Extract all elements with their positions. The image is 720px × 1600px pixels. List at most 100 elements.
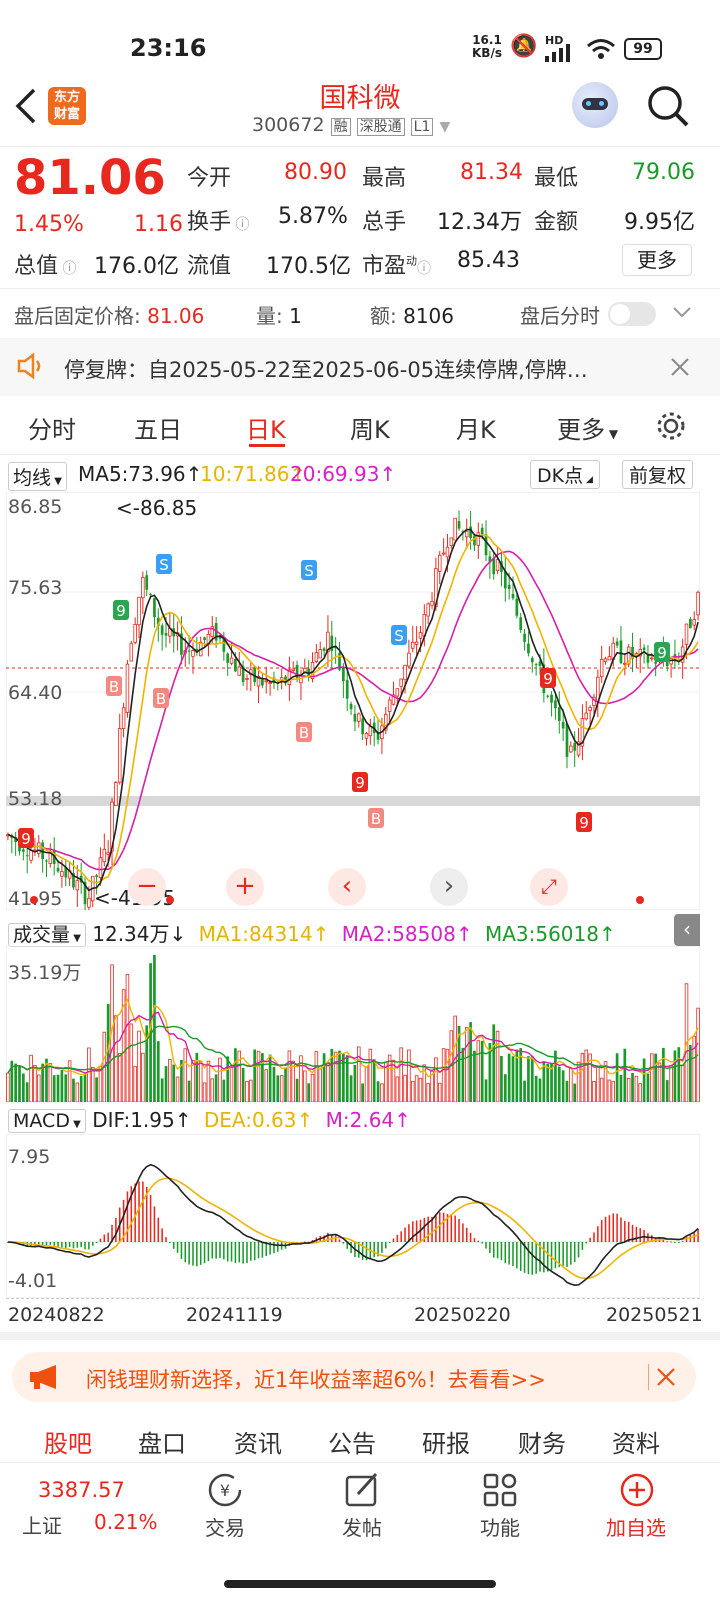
macd-selector[interactable]: MACD ▼ <box>8 1109 86 1133</box>
macd-bar <box>396 1234 399 1242</box>
tab-monthly-k[interactable]: 月K <box>456 410 496 445</box>
macd-bar <box>600 1220 603 1242</box>
search-icon[interactable] <box>646 84 690 128</box>
volume-bar <box>245 1081 249 1102</box>
tab-news[interactable]: 资讯 <box>234 1424 282 1459</box>
tab-more[interactable]: 更多 ▼ <box>557 410 618 445</box>
index-name[interactable]: 上证 <box>22 1510 62 1539</box>
candle-body <box>407 652 411 667</box>
tab-announcements[interactable]: 公告 <box>328 1424 376 1459</box>
more-button[interactable]: 更多 <box>622 244 692 276</box>
volume-bar <box>210 1078 215 1102</box>
macd-chart[interactable] <box>6 1134 700 1298</box>
adjust-toggle[interactable]: 前复权 <box>622 460 694 489</box>
volume-bar <box>411 1080 415 1102</box>
macd-bar <box>172 1242 175 1249</box>
candle-body <box>342 668 345 682</box>
trade-icon[interactable]: ¥ <box>205 1470 245 1510</box>
candle-body <box>426 603 430 617</box>
add-watchlist-label[interactable]: 加自选 <box>606 1512 666 1541</box>
index-value[interactable]: 3387.57 <box>38 1478 125 1502</box>
candle-body <box>457 521 461 529</box>
tab-weekly-k[interactable]: 周K <box>350 410 390 445</box>
post-icon[interactable] <box>342 1470 382 1510</box>
candle-body <box>102 848 107 863</box>
macd-bar <box>492 1242 495 1258</box>
volume-bar <box>638 1083 642 1102</box>
ad-banner[interactable]: 闲钱理财新选择，近1年收益率超6%！去看看>> <box>12 1352 696 1402</box>
candle-body <box>376 733 380 740</box>
stock-code-line[interactable]: 300672 融 深股通 L1 ▼ <box>252 114 450 136</box>
volume-label: 总手 <box>362 210 407 235</box>
volume-bar <box>480 1040 484 1102</box>
dk-point-toggle[interactable]: DK点 ◢ <box>530 460 600 489</box>
volume-bar <box>445 1049 450 1102</box>
volume-bar <box>530 1056 534 1102</box>
candle-body <box>445 546 450 558</box>
tab-5day[interactable]: 五日 <box>134 410 182 445</box>
macd-bar <box>477 1240 480 1242</box>
macd-bar <box>230 1242 233 1262</box>
candle-body <box>619 640 623 664</box>
macd-bar <box>234 1242 237 1263</box>
tab-profile[interactable]: 资料 <box>612 1424 660 1459</box>
candle-body <box>511 593 515 599</box>
volume-bar <box>565 1080 569 1102</box>
tab-guba[interactable]: 股吧 <box>44 1424 92 1459</box>
volume-bar <box>342 1053 345 1102</box>
volume-chart[interactable] <box>6 946 700 1102</box>
macd-bar <box>481 1242 483 1244</box>
add-watchlist-icon[interactable] <box>617 1470 657 1510</box>
tab-daily-k[interactable]: 日K <box>246 410 286 445</box>
macd-bar <box>250 1242 252 1261</box>
macd-bar <box>485 1242 487 1249</box>
zoom-in-button[interactable]: + <box>226 868 264 906</box>
zoom-out-button[interactable]: − <box>128 868 166 906</box>
scroll-right-button[interactable]: › <box>430 868 468 906</box>
event-dot[interactable] <box>636 896 644 904</box>
event-dot[interactable] <box>166 896 174 904</box>
function-grid-icon[interactable] <box>480 1470 520 1510</box>
close-icon[interactable] <box>670 357 690 377</box>
candle-body <box>45 860 48 862</box>
close-icon[interactable] <box>656 1367 676 1387</box>
candle-body <box>696 591 700 616</box>
tab-finance[interactable]: 财务 <box>518 1424 566 1459</box>
collapse-side-panel-button[interactable]: ‹ <box>674 914 700 946</box>
volume-bar <box>646 1073 650 1102</box>
support-band <box>6 796 700 806</box>
fullscreen-icon[interactable]: ⤢ <box>530 868 568 906</box>
function-label[interactable]: 功能 <box>480 1512 520 1541</box>
candlestick-chart[interactable]: 999999BBBBS SS <box>6 492 700 910</box>
volume-bar <box>364 1066 369 1102</box>
candle-body <box>569 745 573 753</box>
tab-pankou[interactable]: 盘口 <box>138 1424 186 1459</box>
tab-research[interactable]: 研报 <box>422 1424 470 1459</box>
volume-legend: 成交量 ▼ 12.34万↓ MA1:84314↑ MA2:58508↑ MA3:… <box>8 918 698 947</box>
gear-icon[interactable] <box>655 410 687 442</box>
chevron-down-icon[interactable] <box>672 304 692 320</box>
macd-bar <box>180 1242 183 1259</box>
event-dot[interactable] <box>30 896 38 904</box>
volume-selector[interactable]: 成交量 ▼ <box>8 923 86 947</box>
candle-body <box>507 584 511 590</box>
trade-label[interactable]: 交易 <box>205 1512 245 1541</box>
index-pct[interactable]: 0.21% <box>94 1510 158 1534</box>
volume-bar <box>426 1083 430 1102</box>
suspension-notice[interactable]: 停复牌：自2025-05-22至2025-06-05连续停牌,停牌… <box>0 338 720 396</box>
volume-bar <box>557 1066 561 1102</box>
candle-body <box>187 650 191 652</box>
assistant-robot-icon[interactable] <box>572 82 618 128</box>
macd-bar <box>361 1242 364 1260</box>
volume-bar <box>523 1080 526 1102</box>
ma-selector[interactable]: 均线 ▼ <box>8 462 67 491</box>
macd-bar <box>192 1242 194 1266</box>
after-hours-toggle[interactable] <box>608 302 656 326</box>
volume-bar <box>361 1083 364 1102</box>
post-label[interactable]: 发帖 <box>342 1512 382 1541</box>
scroll-left-button[interactable]: ‹ <box>328 868 366 906</box>
last-price: 81.06 <box>14 150 166 206</box>
volume-bar <box>214 1074 218 1102</box>
tab-timeshare[interactable]: 分时 <box>28 410 76 445</box>
volume-bar <box>114 1015 118 1102</box>
